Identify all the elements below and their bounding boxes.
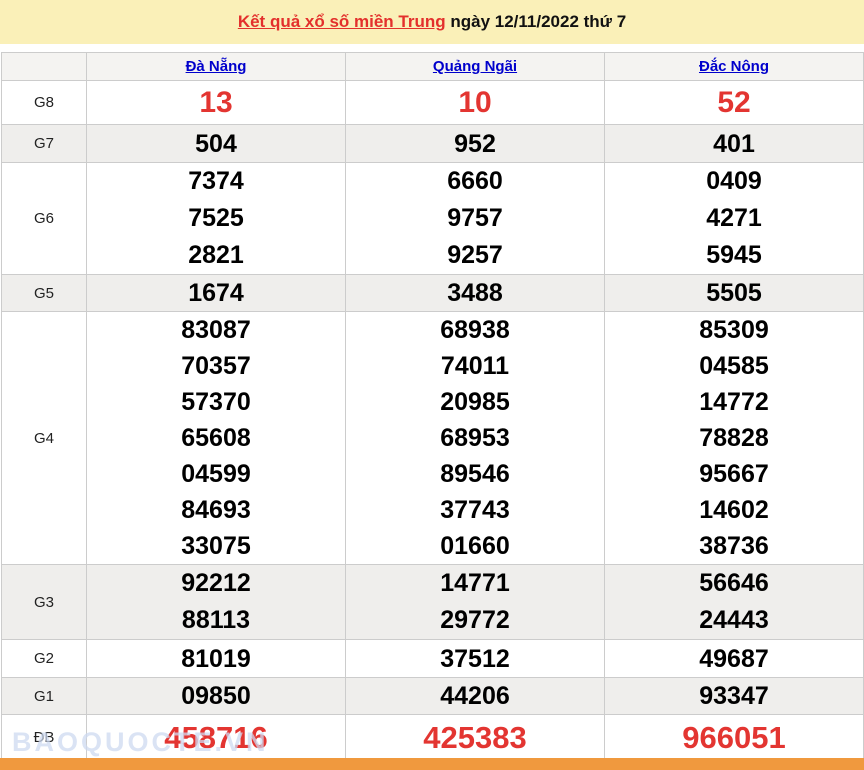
- prize-number: 966051: [605, 715, 863, 760]
- prize-number: 56646: [605, 565, 863, 602]
- header-row: Đà Nẵng Quảng Ngãi Đắc Nông: [2, 53, 864, 81]
- prize-number: 425383: [346, 715, 604, 760]
- prize-number: 20985: [346, 384, 604, 420]
- title-link[interactable]: Kết quả xổ số miền Trung: [238, 12, 446, 31]
- prize-number: 6660: [346, 163, 604, 200]
- prize-label: G2: [2, 640, 87, 678]
- prize-number: 70357: [87, 348, 345, 384]
- prize-number: 14771: [346, 565, 604, 602]
- prize-number: 65608: [87, 420, 345, 456]
- table-row-db: ĐB 458716 425383 966051: [2, 715, 864, 761]
- column-link-dac-nong[interactable]: Đắc Nông: [699, 58, 769, 75]
- prize-number: 9757: [346, 200, 604, 237]
- prize-number: 74011: [346, 348, 604, 384]
- prize-number: 81019: [87, 641, 345, 677]
- prize-number: 52: [605, 81, 863, 124]
- prize-number: 01660: [346, 528, 604, 564]
- prize-number: 85309: [605, 312, 863, 348]
- prize-label: G6: [2, 163, 87, 275]
- prize-number: 24443: [605, 602, 863, 639]
- prize-number: 5505: [605, 275, 863, 311]
- prize-number: 4271: [605, 200, 863, 237]
- prize-label: G8: [2, 81, 87, 125]
- prize-number: 504: [87, 126, 345, 162]
- table-row-g4: G4 83087 70357 57370 65608 04599 84693 3…: [2, 312, 864, 565]
- prize-number: 68953: [346, 420, 604, 456]
- prize-number: 89546: [346, 456, 604, 492]
- results-table: Đà Nẵng Quảng Ngãi Đắc Nông G8 13 10 52 …: [1, 52, 864, 761]
- prize-number: 09850: [87, 678, 345, 714]
- prize-number: 83087: [87, 312, 345, 348]
- prize-number: 14772: [605, 384, 863, 420]
- prize-number: 57370: [87, 384, 345, 420]
- prize-number: 7525: [87, 200, 345, 237]
- table-row-g5: G5 1674 3488 5505: [2, 275, 864, 312]
- prize-number: 10: [346, 81, 604, 124]
- table-row-g2: G2 81019 37512 49687: [2, 640, 864, 678]
- prize-number: 3488: [346, 275, 604, 311]
- prize-number: 84693: [87, 492, 345, 528]
- table-row-g6: G6 7374 7525 2821 6660 9757 9257 0409 42…: [2, 163, 864, 275]
- prize-number: 95667: [605, 456, 863, 492]
- page-header: Kết quả xổ số miền Trung ngày 12/11/2022…: [0, 0, 864, 44]
- prize-number: 92212: [87, 565, 345, 602]
- prize-number: 04599: [87, 456, 345, 492]
- prize-number: 68938: [346, 312, 604, 348]
- prize-label: G7: [2, 125, 87, 163]
- prize-number: 29772: [346, 602, 604, 639]
- table-row-g8: G8 13 10 52: [2, 81, 864, 125]
- prize-label: G1: [2, 678, 87, 715]
- prize-number: 88113: [87, 602, 345, 639]
- prize-number: 33075: [87, 528, 345, 564]
- prize-number: 9257: [346, 237, 604, 274]
- corner-cell: [2, 53, 87, 81]
- prize-number: 2821: [87, 237, 345, 274]
- prize-number: 37512: [346, 641, 604, 677]
- prize-label: G3: [2, 565, 87, 640]
- prize-number: 14602: [605, 492, 863, 528]
- prize-number: 1674: [87, 275, 345, 311]
- prize-number: 38736: [605, 528, 863, 564]
- prize-number: 37743: [346, 492, 604, 528]
- prize-number: 458716: [87, 715, 345, 760]
- column-link-da-nang[interactable]: Đà Nẵng: [186, 58, 247, 75]
- bottom-orange-bar: [0, 758, 864, 770]
- prize-number: 0409: [605, 163, 863, 200]
- table-row-g1: G1 09850 44206 93347: [2, 678, 864, 715]
- prize-number: 401: [605, 126, 863, 162]
- table-row-g3: G3 92212 88113 14771 29772 56646 24443: [2, 565, 864, 640]
- prize-number: 04585: [605, 348, 863, 384]
- prize-label: G4: [2, 312, 87, 565]
- prize-number: 49687: [605, 641, 863, 677]
- prize-number: 5945: [605, 237, 863, 274]
- prize-number: 952: [346, 126, 604, 162]
- prize-number: 7374: [87, 163, 345, 200]
- prize-number: 78828: [605, 420, 863, 456]
- prize-number: 93347: [605, 678, 863, 714]
- table-row-g7: G7 504 952 401: [2, 125, 864, 163]
- prize-number: 13: [87, 81, 345, 124]
- prize-label: G5: [2, 275, 87, 312]
- column-link-quang-ngai[interactable]: Quảng Ngãi: [433, 58, 517, 75]
- prize-number: 44206: [346, 678, 604, 714]
- prize-label: ĐB: [2, 715, 87, 761]
- title-date-text: ngày 12/11/2022 thứ 7: [446, 12, 627, 31]
